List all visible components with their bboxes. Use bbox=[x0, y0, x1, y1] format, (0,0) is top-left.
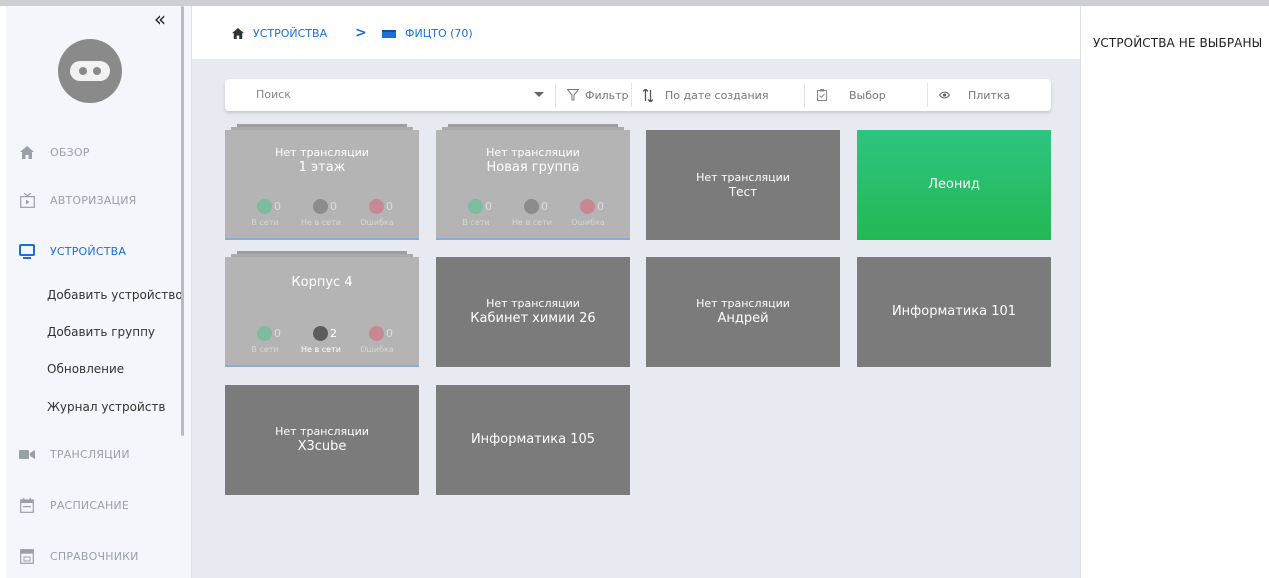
mask-icon bbox=[70, 61, 110, 81]
filter-button[interactable]: Фильтр bbox=[567, 79, 629, 111]
sort-button[interactable]: По дате создания bbox=[643, 79, 768, 111]
tile-name: Андрей bbox=[717, 311, 769, 326]
group-tile[interactable]: Нет трансляции Новая группа 0В сети 0 Не … bbox=[436, 124, 630, 240]
tile-name: X3cube bbox=[297, 439, 347, 454]
nav-item-schedule[interactable]: РАСПИСАНИЕ bbox=[6, 491, 190, 519]
error-dot-icon bbox=[369, 326, 384, 341]
tile-name: Корпус 4 bbox=[291, 275, 353, 290]
breadcrumb-current-label: ФИЦТО (70) bbox=[405, 27, 473, 40]
select-button[interactable]: Выбор bbox=[817, 79, 886, 111]
device-tile[interactable]: Нет трансляции X3cube bbox=[225, 385, 419, 495]
calendar-icon bbox=[19, 497, 35, 513]
sort-label: По дате создания bbox=[665, 88, 769, 102]
device-tile[interactable]: Леонид bbox=[857, 130, 1051, 240]
sidebar: « ОБЗОР АВТОРИЗАЦИЯ УСТРОЙСТВА Добавить … bbox=[6, 6, 192, 578]
sidebar-subitem-add-device[interactable]: Добавить устройство bbox=[47, 285, 183, 305]
divider bbox=[631, 83, 632, 107]
select-label: Выбор bbox=[849, 88, 886, 102]
nav-item-directories[interactable]: СПРАВОЧНИКИ bbox=[6, 542, 190, 570]
divider bbox=[927, 83, 928, 107]
filter-icon bbox=[567, 89, 579, 101]
sort-icon bbox=[643, 88, 653, 102]
device-tile[interactable]: Информатика 101 bbox=[857, 257, 1051, 367]
offline-dot-icon bbox=[313, 199, 328, 214]
nav-item-devices[interactable]: УСТРОЙСТВА bbox=[6, 237, 190, 265]
avatar[interactable] bbox=[58, 39, 122, 103]
tile-name: 1 этаж bbox=[298, 160, 346, 175]
online-dot-icon bbox=[468, 199, 483, 214]
breadcrumb-current[interactable]: ФИЦТО (70) bbox=[382, 27, 473, 40]
tile-status: Нет трансляции bbox=[696, 297, 790, 310]
tile-status: Нет трансляции bbox=[486, 297, 580, 310]
home-icon bbox=[19, 144, 35, 160]
nav-item-label: ОБЗОР bbox=[50, 145, 90, 159]
group-tile[interactable]: Корпус 4 0В сети 2 Не в сети 0 Ошибка bbox=[225, 251, 419, 367]
collapse-sidebar-button[interactable]: « bbox=[150, 9, 170, 30]
group-counts: 0В сети 0 Не в сети 0 Ошибка bbox=[462, 199, 605, 227]
offline-dot-icon bbox=[313, 326, 328, 341]
sidebar-subitem-update[interactable]: Обновление bbox=[47, 359, 124, 379]
chevron-right-icon: > bbox=[355, 25, 367, 41]
device-tile[interactable]: Нет трансляции Андрей bbox=[646, 257, 840, 367]
tile-name: Информатика 101 bbox=[891, 304, 1017, 319]
sidebar-subitem-add-group[interactable]: Добавить группу bbox=[47, 322, 155, 342]
tv-login-icon bbox=[19, 192, 35, 208]
online-dot-icon bbox=[257, 326, 272, 341]
nav-item-label: ТРАНСЛЯЦИИ bbox=[50, 447, 130, 461]
nav-item-overview[interactable]: ОБЗОР bbox=[6, 138, 190, 166]
device-tile[interactable]: Нет трансляции Тест bbox=[646, 130, 840, 240]
chevron-down-icon[interactable] bbox=[534, 92, 544, 97]
error-dot-icon bbox=[580, 199, 595, 214]
breadcrumb: УСТРОЙСТВА > ФИЦТО (70) bbox=[192, 6, 1080, 60]
view-mode-label: Плитка bbox=[968, 88, 1011, 102]
toolbar: Поиск Фильтр По дате создания Выбор Плит… bbox=[225, 79, 1051, 111]
nav-item-broadcasts[interactable]: ТРАНСЛЯЦИИ bbox=[6, 440, 190, 468]
tile-status: Нет трансляции bbox=[696, 171, 790, 184]
tile-name: Тест bbox=[728, 185, 758, 199]
error-dot-icon bbox=[369, 199, 384, 214]
group-counts: 0В сети 2 Не в сети 0 Ошибка bbox=[251, 326, 394, 354]
nav-item-label: УСТРОЙСТВА bbox=[50, 244, 127, 258]
directory-icon bbox=[19, 548, 35, 564]
details-panel: УСТРОЙСТВА НЕ ВЫБРАНЫ bbox=[1080, 6, 1269, 578]
group-tile[interactable]: Нет трансляции 1 этаж 0В сети 0 Не в сети… bbox=[225, 124, 419, 240]
device-tile[interactable]: Информатика 105 bbox=[436, 385, 630, 495]
tile-name: Новая группа bbox=[486, 160, 580, 175]
sidebar-subitem-device-log[interactable]: Журнал устройств bbox=[47, 397, 165, 417]
online-dot-icon bbox=[257, 199, 272, 214]
nav-item-label: СПРАВОЧНИКИ bbox=[50, 549, 139, 563]
camera-icon bbox=[19, 446, 35, 462]
device-tile[interactable]: Нет трансляции Кабинет химии 26 bbox=[436, 257, 630, 367]
monitor-icon bbox=[19, 243, 35, 259]
nav-item-label: АВТОРИЗАЦИЯ bbox=[50, 193, 137, 207]
tile-status: Нет трансляции bbox=[275, 425, 369, 438]
folder-icon bbox=[382, 29, 396, 38]
eye-icon bbox=[939, 91, 950, 99]
nav-item-authorization[interactable]: АВТОРИЗАЦИЯ bbox=[6, 186, 190, 214]
tile-name: Информатика 105 bbox=[470, 432, 596, 447]
tile-name: Кабинет химии 26 bbox=[470, 311, 596, 326]
clipboard-check-icon bbox=[817, 89, 827, 101]
divider bbox=[804, 83, 805, 107]
group-counts: 0В сети 0 Не в сети 0 Ошибка bbox=[251, 199, 394, 227]
sidebar-scrollbar[interactable] bbox=[181, 6, 184, 436]
no-selection-message: УСТРОЙСТВА НЕ ВЫБРАНЫ bbox=[1093, 36, 1263, 50]
search-input[interactable]: Поиск bbox=[225, 79, 555, 111]
breadcrumb-devices-label: УСТРОЙСТВА bbox=[253, 27, 328, 40]
breadcrumb-devices[interactable]: УСТРОЙСТВА bbox=[232, 27, 327, 40]
divider bbox=[555, 83, 556, 107]
main-content: УСТРОЙСТВА > ФИЦТО (70) Поиск Фильтр По … bbox=[192, 6, 1080, 578]
offline-dot-icon bbox=[524, 199, 539, 214]
home-icon bbox=[232, 28, 244, 39]
filter-label: Фильтр bbox=[585, 88, 629, 102]
view-mode-button[interactable]: Плитка bbox=[939, 79, 1010, 111]
tile-status: Нет трансляции bbox=[486, 146, 580, 159]
search-placeholder: Поиск bbox=[256, 88, 291, 101]
tile-status: Нет трансляции bbox=[275, 146, 369, 159]
tile-name: Леонид bbox=[928, 177, 980, 192]
nav-item-label: РАСПИСАНИЕ bbox=[50, 498, 129, 512]
